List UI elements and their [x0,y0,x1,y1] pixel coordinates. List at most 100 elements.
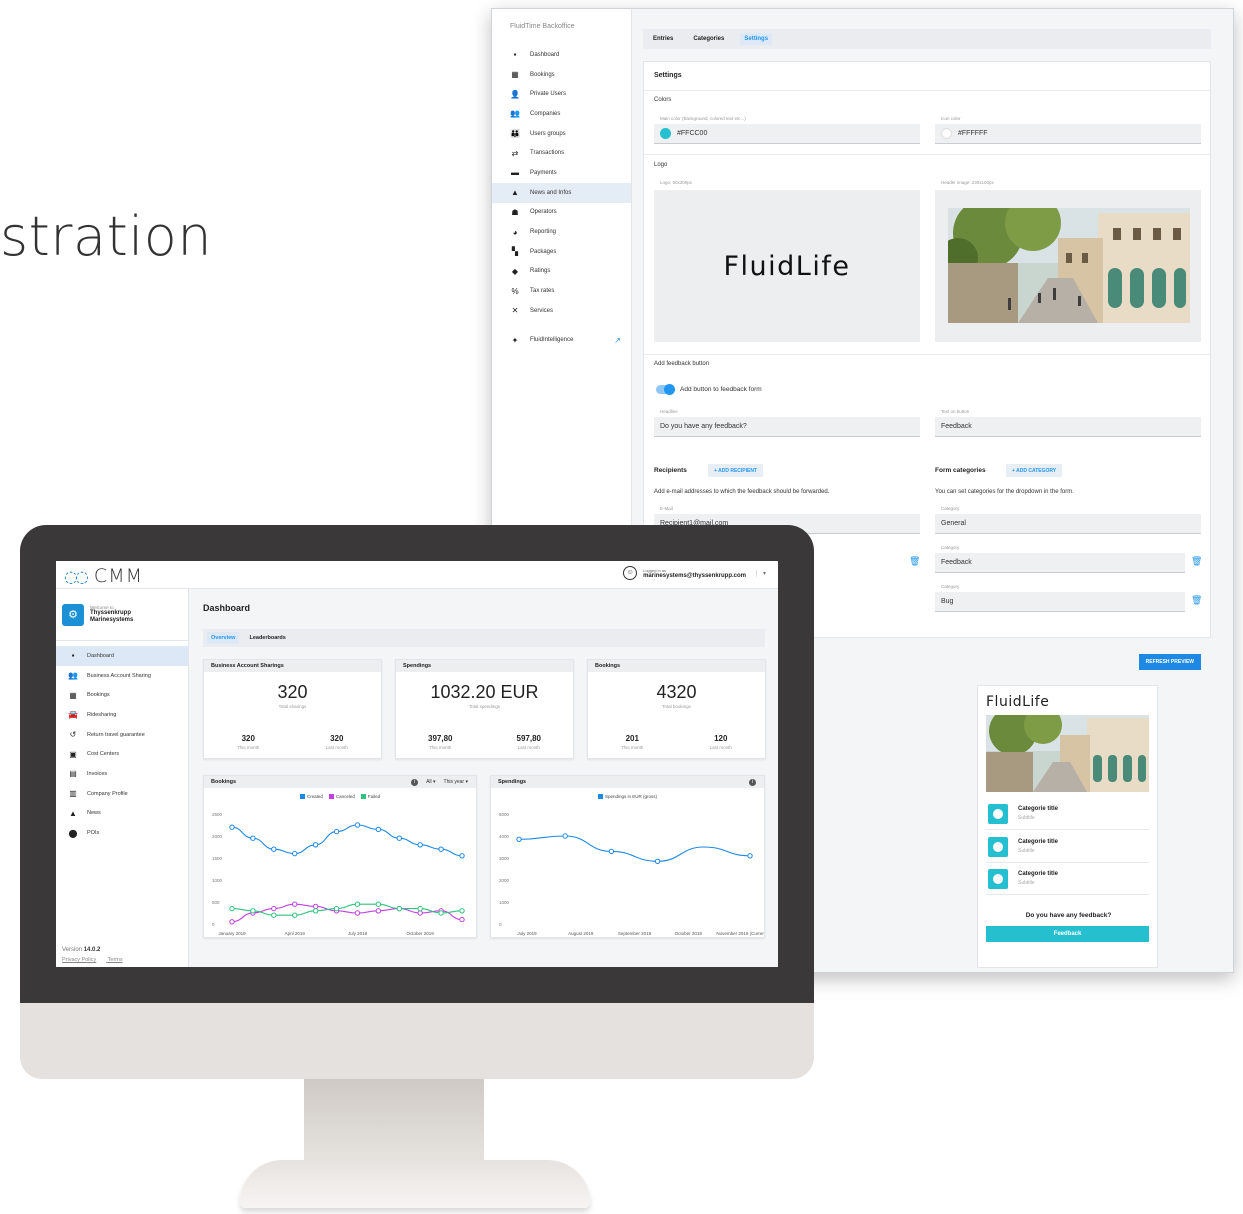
sidebar-item-business-account-sharing[interactable]: 👥 Business Account Sharing [56,666,188,686]
sidebar-item-users-groups[interactable]: 👪 Users groups [492,124,631,144]
preview-feedback-button[interactable]: Feedback [986,926,1149,942]
data-point[interactable] [229,919,235,925]
sidebar-item-fluidintelligence[interactable]: ✦ FluidIntelligence ↗ [492,331,631,351]
data-point[interactable] [271,905,277,912]
data-point[interactable] [438,846,444,852]
info-icon[interactable]: i [411,778,419,786]
feedback-toggle[interactable] [656,384,675,395]
sidebar-item-packages[interactable]: ▚ Packages [492,242,631,262]
category-input-feedback[interactable]: Feedback [935,553,1185,573]
header-image-upload[interactable] [935,190,1201,342]
data-point[interactable] [375,826,382,833]
sidebar-item-bookings[interactable]: ▦ Bookings [56,685,188,705]
icon-color-field[interactable]: #FFFFFF [935,124,1201,144]
category-input-general[interactable]: General [935,514,1201,534]
refresh-preview-button[interactable]: REFRESH PREVIEW [1138,654,1201,670]
sidebar-item-ridesharing[interactable]: 🚘 Ridesharing [56,705,188,725]
sidebar-item-dashboard[interactable]: ▪ Dashboard [56,646,188,666]
data-point[interactable] [396,835,402,841]
user-menu[interactable]: ☺ Logged in as marinesystems@thyssenkrup… [623,566,766,580]
preview-category-item[interactable]: Categorie title Subtitle [986,831,1149,863]
data-point[interactable] [375,908,382,914]
legend-item[interactable]: Canceled [328,794,355,799]
legend-item[interactable]: Failed [360,794,380,799]
data-point[interactable] [438,910,444,916]
tab-overview[interactable]: Overview [207,632,240,644]
privacy-policy-link[interactable]: Privacy Policy [62,957,96,963]
data-point[interactable] [516,836,522,842]
sidebar-item-services[interactable]: ✕ Services [492,301,631,321]
data-point[interactable] [292,850,298,857]
data-point[interactable] [312,908,319,914]
sidebar-item-ratings[interactable]: ◆ Ratings [492,262,631,282]
external-link-icon[interactable]: ↗ [614,336,621,345]
add-recipient-button[interactable]: + ADD RECIPIENT [708,464,764,477]
tab-leaderboards[interactable]: Leaderboards [245,632,289,644]
sidebar-item-pois[interactable]: ⬤ POIs [56,823,188,843]
data-point[interactable] [292,901,298,907]
bookings-period-select[interactable]: This year ▾ [444,779,468,785]
data-point[interactable] [417,842,423,848]
sidebar-item-company-profile[interactable]: ▥ Company Profile [56,784,188,804]
main-color-field[interactable]: #FFCC00 [654,124,920,144]
data-point[interactable] [312,903,319,910]
data-point[interactable] [747,853,753,859]
data-point[interactable] [354,822,361,828]
data-point[interactable] [459,853,465,859]
data-point[interactable] [271,912,277,918]
data-point[interactable] [608,848,615,855]
headline-input[interactable]: Do you have any feedback? [654,417,920,437]
data-point[interactable] [354,901,361,907]
data-point[interactable] [250,835,256,841]
sidebar-item-invoices[interactable]: ▤ Invoices [56,764,188,784]
data-point[interactable] [229,824,235,830]
data-point[interactable] [229,905,235,912]
data-point[interactable] [459,908,465,914]
sidebar-item-tax-rates[interactable]: % Tax rates [492,281,631,301]
sidebar-item-reporting[interactable]: ◕ Reporting [492,222,631,242]
bookings-filter-select[interactable]: All ▾ [426,779,435,785]
sidebar-item-bookings[interactable]: ▦ Bookings [492,65,631,85]
data-point[interactable] [354,910,361,916]
legend-item[interactable]: Spendings in EUR (gross) [597,794,657,799]
tab-entries[interactable]: Entries [649,33,677,45]
add-category-button[interactable]: + ADD CATEGORY [1006,464,1063,477]
chevron-down-icon[interactable]: ▾ [755,569,766,577]
legend-item[interactable]: Created [299,794,323,799]
sidebar-item-return-travel-guarantee[interactable]: ↺ Return travel guarantee [56,725,188,745]
sidebar-item-operators[interactable]: ☗ Operators [492,203,631,223]
data-point[interactable] [333,905,340,912]
trash-icon[interactable]: 🗑 [1191,595,1202,606]
preview-category-item[interactable]: Categorie title Subtitle [986,798,1149,830]
category-input-bug[interactable]: Bug [935,592,1185,612]
preview-category-item[interactable]: Categorie title Subtitle [986,863,1149,895]
sidebar-item-dashboard[interactable]: ▪ Dashboard [492,45,631,65]
trash-icon[interactable]: 🗑 [1191,556,1202,567]
sidebar-item-news[interactable]: ▲ News [56,804,188,824]
tab-settings[interactable]: Settings [740,33,773,45]
data-point[interactable] [654,858,661,864]
data-point[interactable] [459,916,465,923]
sidebar-item-private-users[interactable]: 👤 Private Users [492,84,631,104]
sidebar-item-news-and-infos[interactable]: ▲ News and Infos [492,182,631,203]
data-point[interactable] [333,828,340,835]
data-point[interactable] [312,842,319,848]
tab-categories[interactable]: Categories [689,33,728,45]
trash-icon[interactable]: 🗑 [909,556,920,567]
data-point[interactable] [417,910,423,916]
data-point[interactable] [292,912,298,918]
info-icon[interactable]: i [749,778,756,786]
terms-link[interactable]: Terms [108,957,123,963]
data-point[interactable] [250,908,256,914]
data-point[interactable] [562,833,568,839]
sidebar-item-payments[interactable]: ▬ Payments [492,163,631,183]
sidebar-item-cost-centers[interactable]: ▣ Cost Centers [56,744,188,764]
data-point[interactable] [417,905,423,912]
data-point[interactable] [396,905,402,912]
data-point[interactable] [271,846,277,852]
logo-upload[interactable]: FluidLife [654,190,920,342]
button-text-input[interactable]: Feedback [935,417,1201,437]
sidebar-item-transactions[interactable]: ⇄ Transactions [492,143,631,163]
sidebar-item-companies[interactable]: 👥 Companies [492,104,631,124]
data-point[interactable] [375,901,382,907]
